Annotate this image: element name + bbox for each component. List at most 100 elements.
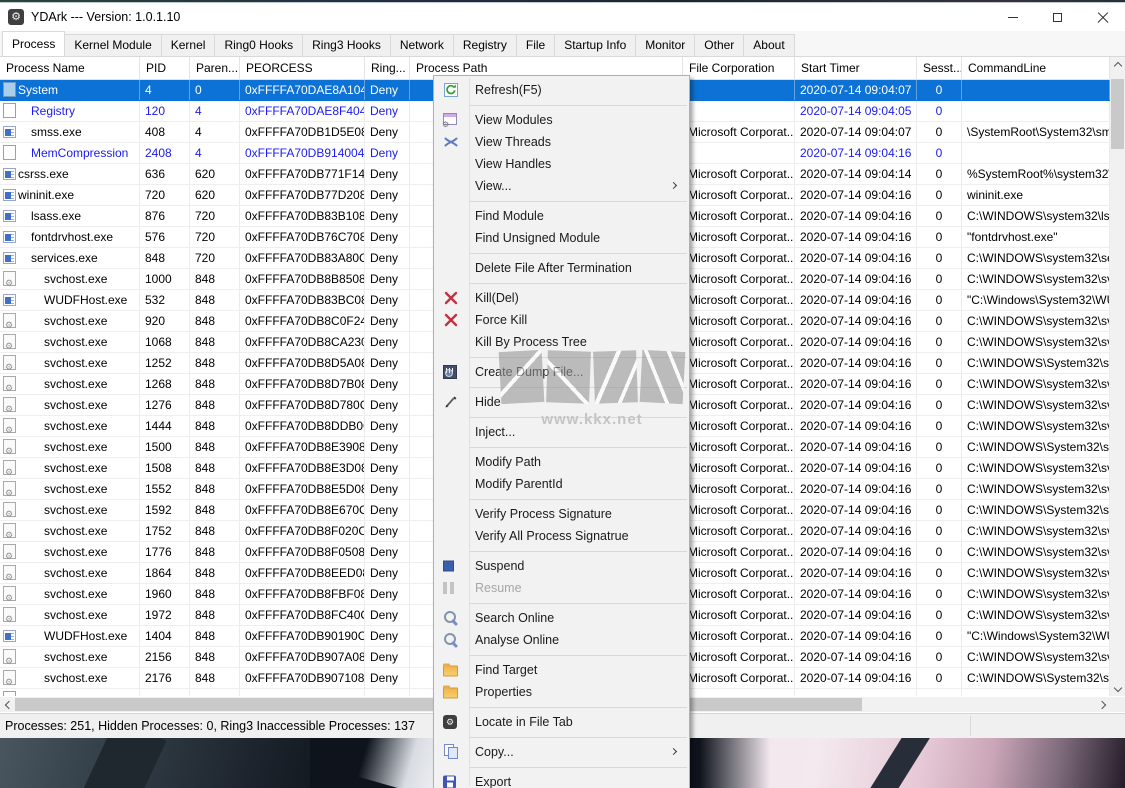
menu-item-refresh-f5[interactable]: Refresh(F5) — [434, 79, 689, 101]
cell-ring: Deny — [365, 500, 410, 520]
scroll-down-button[interactable] — [1110, 681, 1125, 696]
scroll-left-button[interactable] — [0, 697, 15, 712]
tab-other[interactable]: Other — [694, 34, 745, 56]
menu-item-view-handles[interactable]: View Handles — [434, 153, 689, 175]
column-header-peorcess[interactable]: PEORCESS — [240, 57, 365, 80]
menu-separator — [470, 446, 687, 448]
maximize-button[interactable] — [1035, 3, 1080, 31]
gear-page-file-icon — [3, 607, 16, 625]
cell-pid: 1500 — [140, 437, 190, 457]
page-blue-file-icon — [3, 82, 16, 97]
vertical-scrollbar[interactable] — [1110, 57, 1125, 696]
cell-corp: Microsoft Corporat... — [683, 605, 795, 625]
vertical-scroll-thumb[interactable] — [1111, 79, 1124, 149]
menu-item-properties[interactable]: Properties — [434, 681, 689, 703]
menu-item-find-target[interactable]: Find Target — [434, 659, 689, 681]
cell-eprocess: 0xFFFFA70DB8CA2300 — [240, 332, 365, 352]
cell-name: svchost.exe — [0, 332, 140, 352]
column-header-pid[interactable]: PID — [140, 57, 190, 80]
column-header-process-name[interactable]: Process Name — [0, 57, 140, 80]
menu-separator — [470, 282, 687, 284]
column-header-start-timer[interactable]: Start Timer — [795, 57, 917, 80]
tab-startup-info[interactable]: Startup Info — [554, 34, 637, 56]
menu-item-copy[interactable]: Copy... — [434, 741, 689, 763]
menu-item-verify-process-signature[interactable]: Verify Process Signature — [434, 503, 689, 525]
menu-item-kill-del[interactable]: Kill(Del) — [434, 287, 689, 309]
menu-item-hide[interactable]: Hide — [434, 391, 689, 413]
minimize-button[interactable] — [990, 3, 1035, 31]
tab-ring0-hooks[interactable]: Ring0 Hooks — [214, 34, 304, 56]
cell-eprocess: 0xFFFFA70DB8D5A080 — [240, 353, 365, 373]
cell-ring: Deny — [365, 206, 410, 226]
cell-sess: 0 — [917, 122, 962, 142]
tab-registry[interactable]: Registry — [452, 34, 517, 56]
menu-item-suspend[interactable]: Suspend — [434, 555, 689, 577]
scroll-up-button[interactable] — [1110, 57, 1125, 72]
menu-item-label: Search Online — [475, 611, 555, 625]
menu-item-locate-in-file-tab[interactable]: ⚙ Locate in File Tab — [434, 711, 689, 733]
column-header-commandline[interactable]: CommandLine — [962, 57, 1110, 80]
cell-name: svchost.exe — [0, 269, 140, 289]
tab-about[interactable]: About — [743, 34, 795, 56]
menu-item-modify-parentid[interactable]: Modify ParentId — [434, 473, 689, 495]
cell-sess: 0 — [917, 626, 962, 646]
cell-ppid: 620 — [190, 164, 240, 184]
menu-item-view-threads[interactable]: View Threads — [434, 131, 689, 153]
scroll-right-button[interactable] — [1095, 697, 1110, 712]
cell-ring: Deny — [365, 353, 410, 373]
menu-item-kill-by-process-tree[interactable]: Kill By Process Tree — [434, 331, 689, 353]
cell-eprocess: 0xFFFFA70DB90190C0 — [240, 626, 365, 646]
column-header-paren[interactable]: Paren... — [190, 57, 240, 80]
menu-item-modify-path[interactable]: Modify Path — [434, 451, 689, 473]
menu-item-verify-all-process-signatrue[interactable]: Verify All Process Signatrue — [434, 525, 689, 547]
cell-corp: Microsoft Corporat... — [683, 647, 795, 667]
process-name-label: svchost.exe — [44, 545, 108, 559]
menu-item-label: Kill(Del) — [475, 291, 519, 305]
status-divider — [970, 716, 971, 736]
tab-file[interactable]: File — [515, 34, 556, 56]
menu-item-view[interactable]: View... — [434, 175, 689, 197]
title-bar: ⚙ YDArk --- Version: 1.0.1.10 — [0, 3, 1125, 31]
close-button[interactable] — [1080, 3, 1125, 31]
menu-separator — [470, 252, 687, 254]
menu-item-analyse-online[interactable]: Analyse Online — [434, 629, 689, 651]
tab-kernel-module[interactable]: Kernel Module — [64, 34, 162, 56]
column-header-ring[interactable]: Ring... — [365, 57, 410, 80]
cell-time: 2020-07-14 09:04:16 — [795, 248, 917, 268]
cell-eprocess: 0xFFFFA70DB8F020C0 — [240, 521, 365, 541]
cell-sess: 0 — [917, 605, 962, 625]
menu-item-find-module[interactable]: Find Module — [434, 205, 689, 227]
cell-name: WUDFHost.exe — [0, 290, 140, 310]
menu-separator — [470, 602, 687, 604]
menu-item-view-modules[interactable]: View Modules — [434, 109, 689, 131]
menu-item-create-dump-file[interactable]: Create Dump File... — [434, 361, 689, 383]
cell-pid: 576 — [140, 227, 190, 247]
menu-item-label: Locate in File Tab — [475, 715, 573, 729]
cell-time: 2020-07-14 09:04:05 — [795, 101, 917, 121]
column-header-sesst[interactable]: Sesst... — [917, 57, 962, 80]
menu-item-inject[interactable]: Inject... — [434, 421, 689, 443]
cell-ppid: 848 — [190, 500, 240, 520]
menu-item-search-online[interactable]: Search Online — [434, 607, 689, 629]
tab-ring3-hooks[interactable]: Ring3 Hooks — [302, 34, 391, 56]
cell-eprocess: 0xFFFFA70DB83B1080 — [240, 206, 365, 226]
cell-corp: Microsoft Corporat... — [683, 626, 795, 646]
tab-monitor[interactable]: Monitor — [635, 34, 696, 56]
cell-eprocess: 0xFFFFA70DB8E5D080 — [240, 479, 365, 499]
folder-icon — [443, 685, 458, 699]
cell-name: svchost.exe — [0, 584, 140, 604]
cell-time: 2020-07-14 09:04:16 — [795, 521, 917, 541]
tab-process[interactable]: Process — [2, 31, 66, 56]
column-header-file-corporation[interactable]: File Corporation — [683, 57, 795, 80]
menu-item-export[interactable]: Export — [434, 771, 689, 788]
cell-cmd: C:\WINDOWS\system32\svc — [962, 521, 1110, 541]
menu-item-delete-file-after-termination[interactable]: Delete File After Termination — [434, 257, 689, 279]
tab-kernel[interactable]: Kernel — [160, 34, 216, 56]
tab-network[interactable]: Network — [389, 34, 454, 56]
cell-ppid: 848 — [190, 290, 240, 310]
menu-item-find-unsigned-module[interactable]: Find Unsigned Module — [434, 227, 689, 249]
cell-pid: 4 — [140, 80, 190, 100]
cell-pid: 920 — [140, 311, 190, 331]
process-name-label: svchost.exe — [44, 398, 108, 412]
menu-item-force-kill[interactable]: Force Kill — [434, 309, 689, 331]
